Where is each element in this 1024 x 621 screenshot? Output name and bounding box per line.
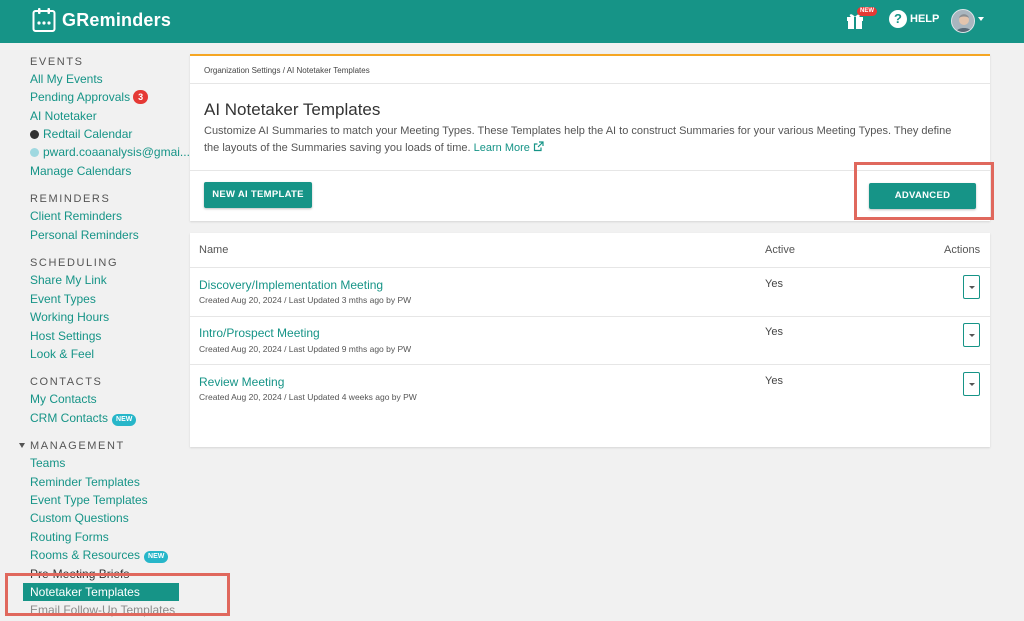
sidebar-item-event-type-templates[interactable]: Event Type Templates [30, 493, 148, 507]
sidebar-item-routing-forms[interactable]: Routing Forms [30, 530, 109, 544]
sidebar-item-teams[interactable]: Teams [30, 456, 65, 470]
help-icon: ? [889, 10, 907, 28]
help-label: HELP [910, 13, 940, 25]
external-link-icon [533, 141, 544, 152]
count-badge: 3 [133, 90, 149, 104]
app-logo[interactable]: GReminders [32, 7, 171, 33]
calendar-color-dot [30, 148, 39, 157]
highlight-box-advanced [854, 162, 994, 220]
learn-more-label: Learn More [473, 142, 530, 154]
column-header-name[interactable]: Name [199, 244, 228, 256]
help-button[interactable]: ? HELP [889, 10, 939, 28]
new-badge: NEW [144, 551, 169, 563]
template-active-status: Yes [765, 278, 783, 290]
chevron-down-icon [969, 286, 975, 289]
page-title: AI Notetaker Templates [204, 100, 381, 119]
sidebar-item-host-settings[interactable]: Host Settings [30, 329, 101, 343]
template-name-link[interactable]: Discovery/Implementation Meeting [199, 278, 383, 292]
divider [190, 267, 990, 268]
app-name: GReminders [62, 9, 172, 30]
template-active-status: Yes [765, 326, 783, 338]
breadcrumb[interactable]: Organization Settings / AI Notetaker Tem… [204, 66, 370, 75]
sidebar-item-label: Pending Approvals [30, 90, 131, 104]
sidebar-item-event-types[interactable]: Event Types [30, 292, 96, 306]
template-meta: Created Aug 20, 2024 / Last Updated 4 we… [199, 392, 417, 402]
divider [190, 83, 990, 84]
sidebar-item-label: pward.coaanalysis@gmai... [43, 145, 190, 159]
column-header-actions: Actions [944, 244, 981, 256]
top-bar: GReminders NEW ? HELP [0, 0, 1024, 43]
sidebar-item-rooms-resources[interactable]: Rooms & Resources NEW [30, 548, 169, 563]
sidebar: EVENTS All My Events Pending Approvals 3 … [0, 43, 190, 621]
template-name-link[interactable]: Review Meeting [199, 375, 284, 389]
highlight-box-notetaker [5, 573, 230, 616]
chevron-down-icon [969, 383, 975, 386]
sidebar-item-working-hours[interactable]: Working Hours [30, 310, 109, 324]
sidebar-item-crm-contacts[interactable]: CRM Contacts NEW [30, 411, 137, 426]
template-active-status: Yes [765, 375, 783, 387]
chevron-down-icon[interactable] [978, 17, 984, 21]
actions-dropdown-button[interactable] [963, 275, 980, 299]
template-meta: Created Aug 20, 2024 / Last Updated 3 mt… [199, 295, 412, 305]
templates-table: Name Active Actions Discovery/Implementa… [190, 233, 990, 447]
new-ai-template-button[interactable]: NEW AI TEMPLATE [204, 182, 312, 208]
page-description: Customize AI Summaries to match your Mee… [204, 123, 964, 157]
learn-more-link[interactable]: Learn More [473, 141, 544, 154]
sidebar-item-personal-reminders[interactable]: Personal Reminders [30, 228, 139, 242]
actions-dropdown-button[interactable] [963, 372, 980, 396]
sidebar-item-my-contacts[interactable]: My Contacts [30, 392, 97, 406]
chevron-down-icon [969, 334, 975, 337]
actions-dropdown-button[interactable] [963, 323, 980, 347]
calendar-logo-icon [32, 8, 56, 32]
sidebar-item-custom-questions[interactable]: Custom Questions [30, 511, 129, 525]
sidebar-item-share-my-link[interactable]: Share My Link [30, 273, 107, 287]
sidebar-item-all-my-events[interactable]: All My Events [30, 72, 103, 86]
new-badge: NEW [112, 414, 137, 426]
sidebar-item-manage-calendars[interactable]: Manage Calendars [30, 164, 131, 178]
sidebar-item-pending-approvals[interactable]: Pending Approvals 3 [30, 90, 149, 104]
sidebar-item-label: Redtail Calendar [43, 127, 133, 141]
sidebar-section-management[interactable]: MANAGEMENT [30, 440, 125, 452]
template-meta: Created Aug 20, 2024 / Last Updated 9 mt… [199, 344, 412, 354]
caret-down-icon[interactable] [19, 443, 25, 448]
new-badge: NEW [857, 7, 877, 16]
divider [190, 364, 990, 365]
divider [190, 316, 990, 317]
sidebar-section-reminders: REMINDERS [30, 193, 111, 205]
sidebar-item-look-and-feel[interactable]: Look & Feel [30, 347, 94, 361]
avatar-image [952, 10, 974, 32]
description-text: Customize AI Summaries to match your Mee… [204, 125, 952, 154]
template-name-link[interactable]: Intro/Prospect Meeting [199, 326, 320, 340]
calendar-color-dot [30, 130, 39, 139]
sidebar-item-reminder-templates[interactable]: Reminder Templates [30, 475, 140, 489]
sidebar-item-gmail-calendar[interactable]: pward.coaanalysis@gmai... [30, 145, 190, 159]
sidebar-item-label: Rooms & Resources [30, 548, 141, 562]
column-header-active: Active [765, 244, 795, 256]
sidebar-item-ai-notetaker[interactable]: AI Notetaker [30, 109, 97, 123]
avatar[interactable] [951, 9, 975, 33]
sidebar-section-scheduling: SCHEDULING [30, 257, 119, 269]
sidebar-section-events: EVENTS [30, 56, 84, 68]
sidebar-item-label: CRM Contacts [30, 411, 109, 425]
sidebar-section-contacts: CONTACTS [30, 376, 103, 388]
sidebar-item-redtail-calendar[interactable]: Redtail Calendar [30, 127, 132, 141]
sidebar-item-client-reminders[interactable]: Client Reminders [30, 209, 122, 223]
